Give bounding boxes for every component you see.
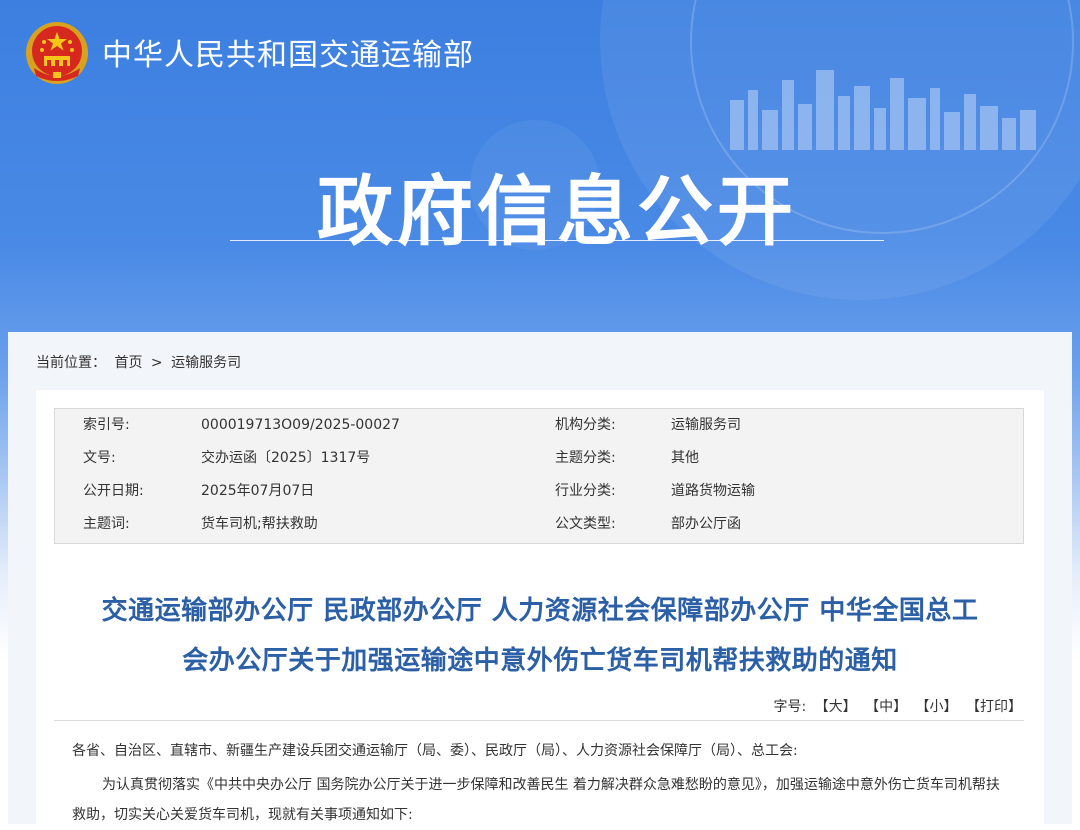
meta-value: 运输服务司: [671, 417, 741, 433]
content-area: 当前位置： 首页 > 运输服务司 索引号: 000019713O09/2025-…: [8, 332, 1072, 830]
font-size-controls: 字号: 【大】 【中】 【小】 【打印】: [773, 696, 1022, 716]
meta-value: 道路货物运输: [671, 483, 755, 499]
print-button[interactable]: 【打印】: [966, 699, 1022, 715]
meta-key: 行业分类:: [555, 483, 616, 499]
breadcrumb-separator: >: [150, 355, 163, 371]
city-skyline-graphic: [730, 70, 1036, 150]
breadcrumb-home-link[interactable]: 首页: [114, 355, 142, 371]
meta-key: 公开日期:: [83, 483, 144, 499]
page-title: 政府信息公开: [317, 167, 797, 256]
divider: [54, 720, 1024, 721]
meta-row: 索引号: 000019713O09/2025-00027 机构分类: 运输服务司: [55, 409, 1023, 442]
title-underline: [230, 240, 884, 241]
breadcrumb-current-link[interactable]: 运输服务司: [171, 355, 241, 371]
meta-key: 主题词:: [83, 516, 130, 532]
article-card: 索引号: 000019713O09/2025-00027 机构分类: 运输服务司…: [36, 390, 1044, 830]
meta-key: 公文类型:: [555, 516, 616, 532]
meta-value: 交办运函〔2025〕1317号: [201, 450, 371, 466]
body-paragraph: 为认真贯彻落实《中共中央办公厅 国务院办公厅关于进一步保障和改善民生 着力解决群…: [72, 777, 1000, 823]
meta-value: 货车司机;帮扶救助: [201, 516, 318, 532]
national-emblem-icon[interactable]: [24, 20, 90, 86]
meta-key: 主题分类:: [555, 450, 616, 466]
meta-key: 文号:: [83, 450, 116, 466]
font-large-button[interactable]: 【大】: [815, 699, 857, 715]
meta-row: 主题词: 货车司机;帮扶救助 公文类型: 部办公厅函: [55, 508, 1023, 541]
breadcrumb-prefix: 当前位置：: [36, 355, 106, 371]
meta-value: 部办公厅函: [671, 516, 741, 532]
meta-value: 其他: [671, 450, 699, 466]
salutation-paragraph: 各省、自治区、直辖市、新疆生产建设兵团交通运输厅（局、委）、民政厅（局）、人力资…: [72, 743, 798, 759]
meta-value: 000019713O09/2025-00027: [201, 417, 400, 433]
meta-row: 文号: 交办运函〔2025〕1317号 主题分类: 其他: [55, 442, 1023, 475]
meta-key: 索引号:: [83, 417, 130, 433]
document-title-line: 会办公厅关于加强运输途中意外伤亡货车司机帮扶救助的通知: [182, 646, 898, 676]
breadcrumb: 当前位置： 首页 > 运输服务司: [36, 352, 245, 372]
metadata-table: 索引号: 000019713O09/2025-00027 机构分类: 运输服务司…: [54, 408, 1024, 544]
meta-value: 2025年07月07日: [201, 483, 315, 499]
meta-row: 公开日期: 2025年07月07日 行业分类: 道路货物运输: [55, 475, 1023, 508]
meta-key: 机构分类:: [555, 417, 616, 433]
font-size-label: 字号:: [773, 699, 807, 715]
ministry-name[interactable]: 中华人民共和国交通运输部: [102, 30, 474, 74]
document-title: 交通运输部办公厅 民政部办公厅 人力资源社会保障部办公厅 中华全国总工 会办公厅…: [46, 586, 1034, 686]
font-small-button[interactable]: 【小】: [916, 699, 958, 715]
font-medium-button[interactable]: 【中】: [865, 699, 907, 715]
document-title-line: 交通运输部办公厅 民政部办公厅 人力资源社会保障部办公厅 中华全国总工: [101, 596, 979, 626]
